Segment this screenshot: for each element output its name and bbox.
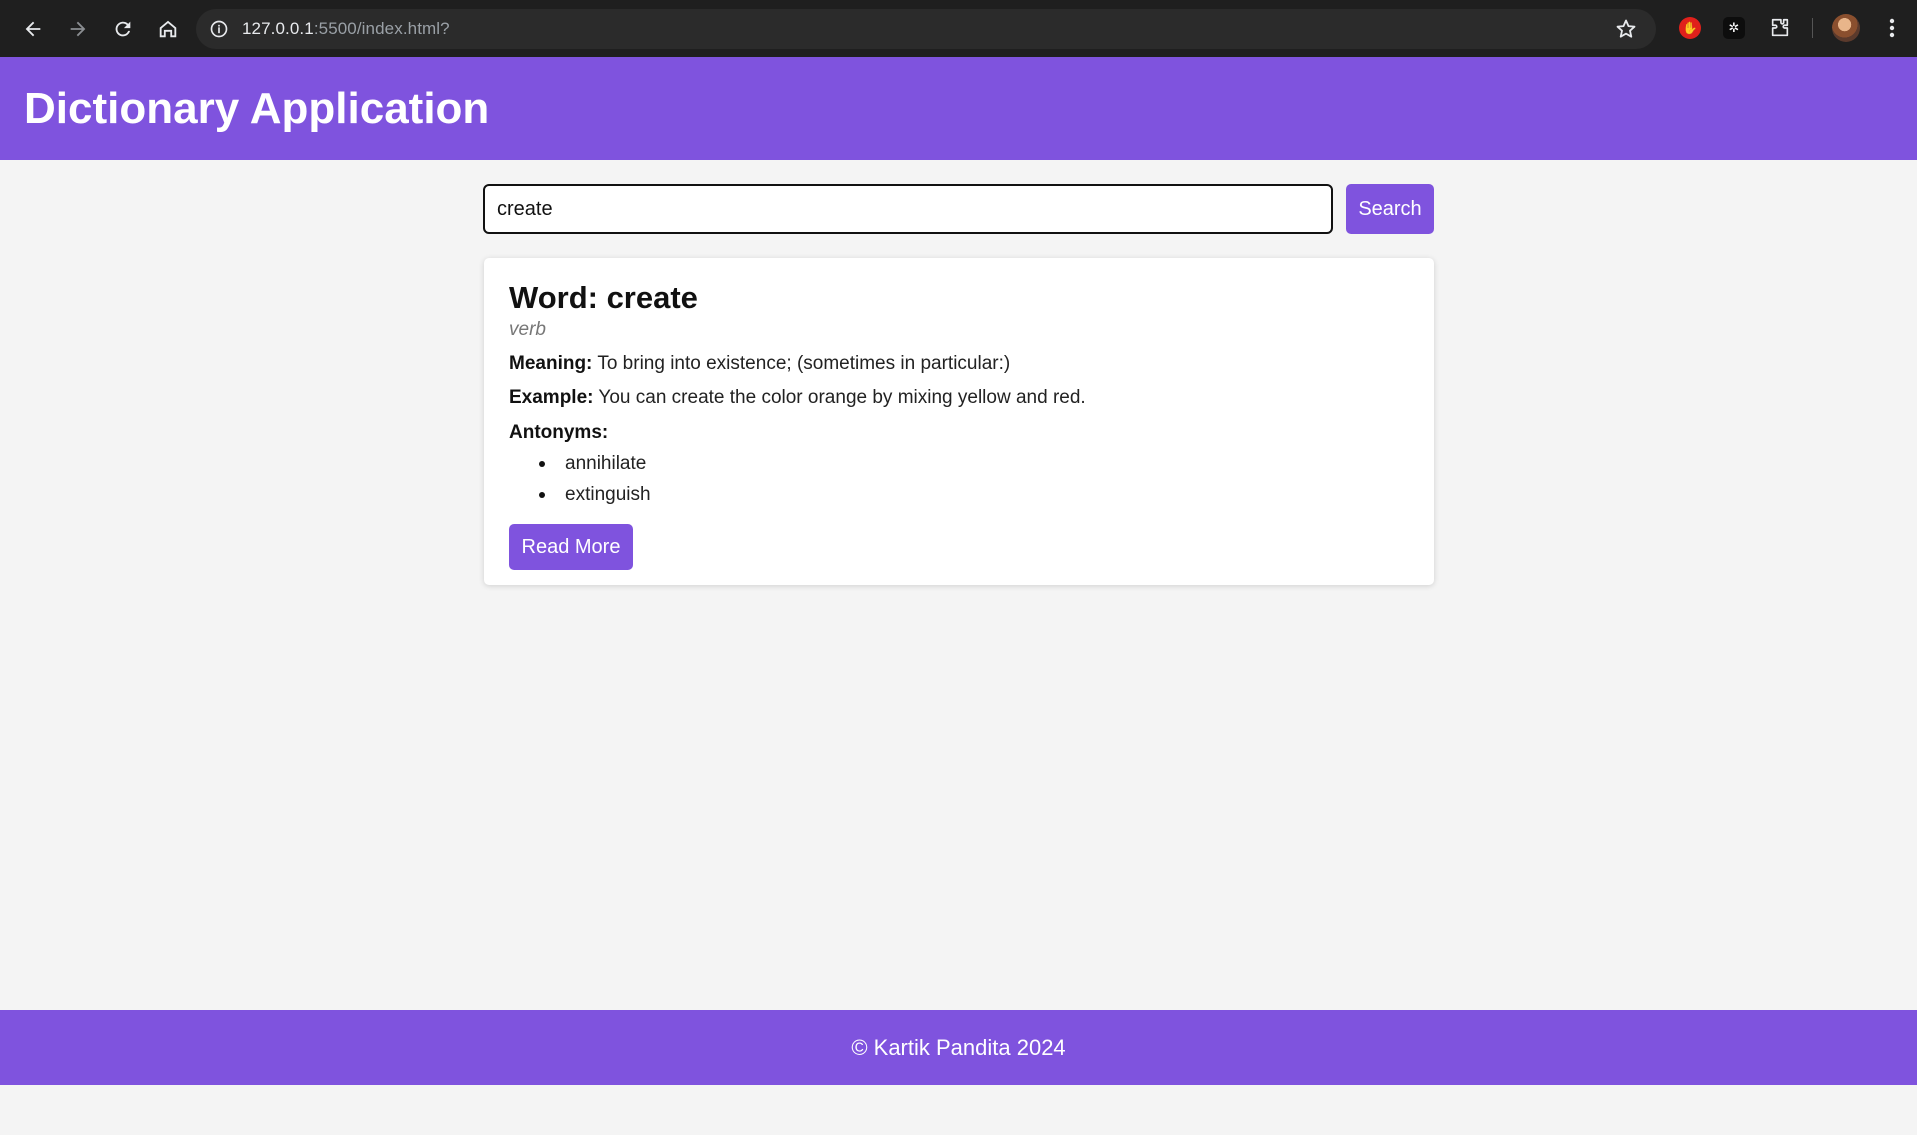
forward-arrow-icon[interactable] [66, 17, 90, 41]
app-footer: © Kartik Pandita 2024 [0, 1010, 1917, 1085]
result-card: Word: create verb Meaning: To bring into… [484, 258, 1434, 585]
part-of-speech: verb [509, 319, 546, 340]
browser-toolbar: 127.0.0.1:5500/index.html? ✋ ✲ [0, 0, 1917, 57]
profile-avatar[interactable] [1832, 14, 1860, 42]
example-label: Example: [509, 387, 594, 408]
url-host: 127.0.0.1 [242, 19, 314, 38]
adblock-extension-icon[interactable]: ✋ [1676, 14, 1704, 42]
site-info-icon[interactable] [206, 16, 232, 42]
search-input[interactable] [483, 184, 1333, 234]
example-line: Example: You can create the color orange… [509, 387, 1409, 409]
home-icon[interactable] [156, 17, 180, 41]
meaning-text: To bring into existence; (sometimes in p… [597, 353, 1011, 374]
app-title: Dictionary Application [24, 83, 490, 133]
antonyms-list: annihilate extinguish [509, 448, 1409, 510]
back-arrow-icon[interactable] [21, 17, 45, 41]
toolbar-divider [1812, 18, 1813, 38]
url-text[interactable]: 127.0.0.1:5500/index.html? [242, 19, 450, 39]
antonyms-heading: Antonyms: [509, 422, 609, 443]
example-text: You can create the color orange by mixin… [598, 387, 1086, 408]
search-bar: Search [483, 184, 1434, 234]
app-header: Dictionary Application [0, 57, 1917, 160]
meaning-line: Meaning: To bring into existence; (somet… [509, 353, 1409, 375]
url-path: :5500/index.html? [313, 19, 450, 38]
meaning-label: Meaning: [509, 353, 593, 374]
chatgpt-extension-icon[interactable]: ✲ [1720, 14, 1748, 42]
extensions-puzzle-icon[interactable] [1766, 14, 1794, 42]
bookmark-star-icon[interactable] [1614, 17, 1638, 41]
more-menu-icon[interactable] [1880, 14, 1904, 42]
antonym-item: extinguish [509, 479, 1409, 510]
read-more-button[interactable]: Read More [509, 524, 633, 570]
reload-icon[interactable] [111, 17, 135, 41]
word-title: Word: create [509, 280, 698, 315]
search-button[interactable]: Search [1346, 184, 1434, 234]
antonym-item: annihilate [509, 448, 1409, 479]
address-bar[interactable]: 127.0.0.1:5500/index.html? [196, 9, 1656, 49]
footer-copyright: © Kartik Pandita 2024 [851, 1034, 1066, 1060]
